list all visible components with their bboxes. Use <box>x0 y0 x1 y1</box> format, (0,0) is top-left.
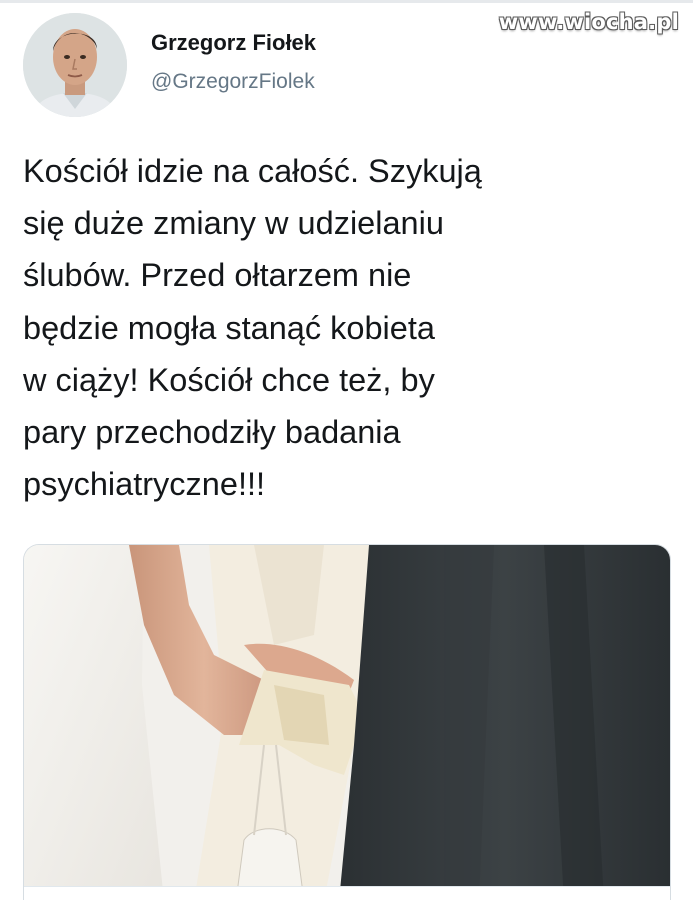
tweet-text-line: będzie mogła stanąć kobieta <box>23 309 435 346</box>
avatar[interactable] <box>23 13 127 117</box>
media-card[interactable] <box>23 544 671 900</box>
tweet-text: Kościół idzie na całość. Szykują się duż… <box>23 145 643 510</box>
avatar-image <box>23 13 127 117</box>
top-divider <box>0 0 693 3</box>
author-handle[interactable]: @GrzegorzFiolek <box>151 70 315 94</box>
tweet-text-line: Kościół idzie na całość. Szykują <box>23 153 482 189</box>
author-name[interactable]: Grzegorz Fiołek <box>151 30 316 56</box>
tweet-text-line: w ciąży! Kościół chce też, by <box>23 361 435 398</box>
card-footer <box>24 886 670 900</box>
tweet-text-line: psychiatryczne!!! <box>23 466 266 503</box>
watermark: www.wiocha.pl <box>498 10 679 34</box>
tweet-screenshot: www.wiocha.pl Grzegorz Fiołek @GrzegorzF… <box>0 0 693 900</box>
tweet-text-line: się duże zmiany w udzielaniu <box>23 205 444 242</box>
tweet-text-line: pary przechodziły badania <box>23 414 401 451</box>
wedding-photo <box>24 545 670 900</box>
tweet-text-line: ślubów. Przed ołtarzem nie <box>23 257 412 294</box>
